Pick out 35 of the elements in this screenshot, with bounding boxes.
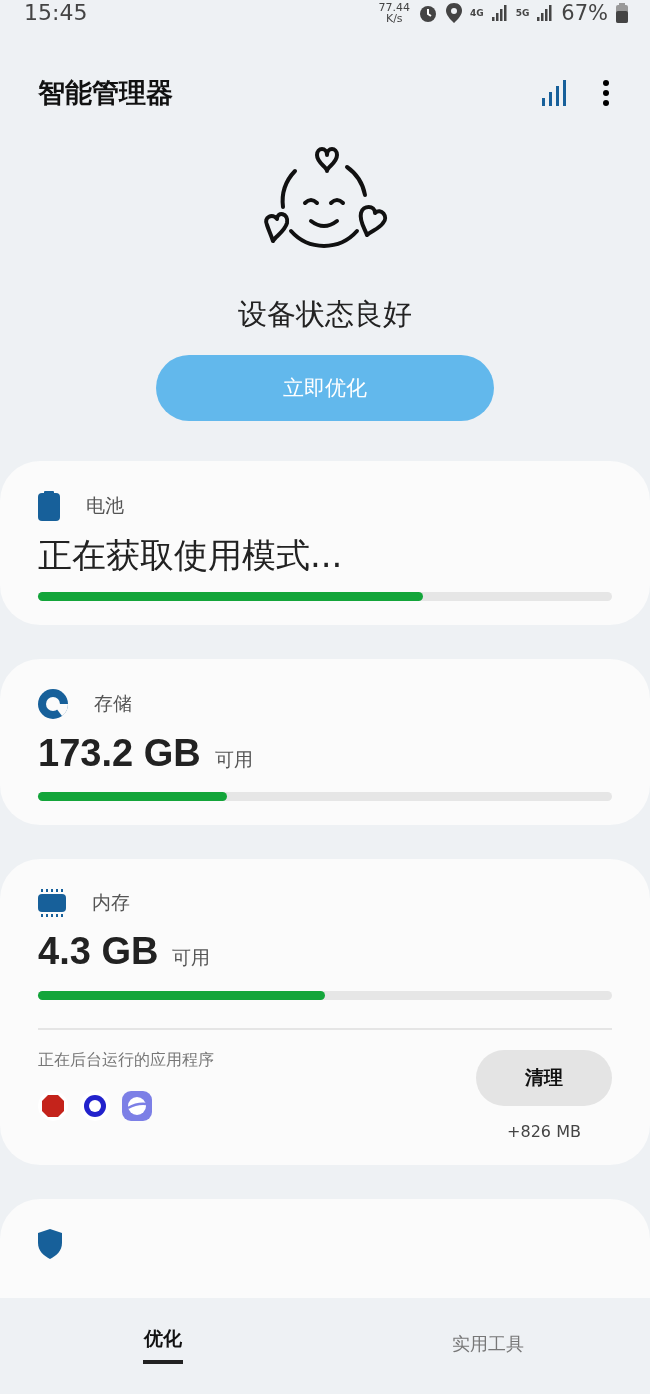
network-type-label: 5G: [515, 7, 530, 18]
card-title: 存储: [94, 690, 132, 716]
planet-app-icon: [122, 1091, 152, 1121]
bar-chart-icon: [542, 80, 566, 106]
battery-icon: [38, 491, 60, 521]
card-title: 内存: [92, 890, 130, 916]
freed-memory-text: +826 MB: [507, 1122, 581, 1141]
battery-status-text: 正在获取使用模式...: [38, 535, 344, 576]
storage-value: 173.2 GB: [38, 730, 201, 776]
shield-icon: [38, 1229, 62, 1259]
clean-button[interactable]: 清理: [476, 1050, 612, 1106]
network-type-label: 4G: [470, 7, 484, 18]
memory-card[interactable]: 内存 4.3 GB 可用 正在后台运行的应用程序 清理 +826 MB: [0, 859, 650, 1165]
memory-chip-icon: [38, 889, 66, 918]
clock-time: 15:45: [24, 0, 88, 25]
storage-card[interactable]: 存储 173.2 GB 可用: [0, 658, 650, 826]
pie-chart-icon: [38, 688, 68, 719]
bottom-tab[interactable]: 实用工具: [325, 1298, 650, 1394]
battery-percentage: 67%: [561, 0, 608, 25]
network-speed-value: 77.44: [378, 1, 410, 13]
unit-label: 可用: [214, 747, 253, 771]
app-title: 智能管理器: [38, 76, 174, 110]
network-speed-unit: K/s: [385, 12, 403, 24]
signal-icon: [491, 4, 508, 21]
tab-indicator: [142, 1360, 183, 1364]
device-status-text: 设备状态良好: [238, 296, 412, 333]
card-title: 电池: [86, 493, 124, 518]
background-apps-label: 正在后台运行的应用程序: [38, 1050, 214, 1071]
bottom-tab[interactable]: 优化: [0, 1298, 325, 1394]
signal-icon: [537, 4, 554, 21]
unit-label: 可用: [172, 946, 211, 970]
more-options-icon: [602, 80, 610, 106]
battery-icon: [616, 2, 628, 23]
memory-value: 4.3 GB: [38, 929, 159, 975]
battery-card[interactable]: 电池 正在获取使用模式...: [0, 461, 650, 625]
